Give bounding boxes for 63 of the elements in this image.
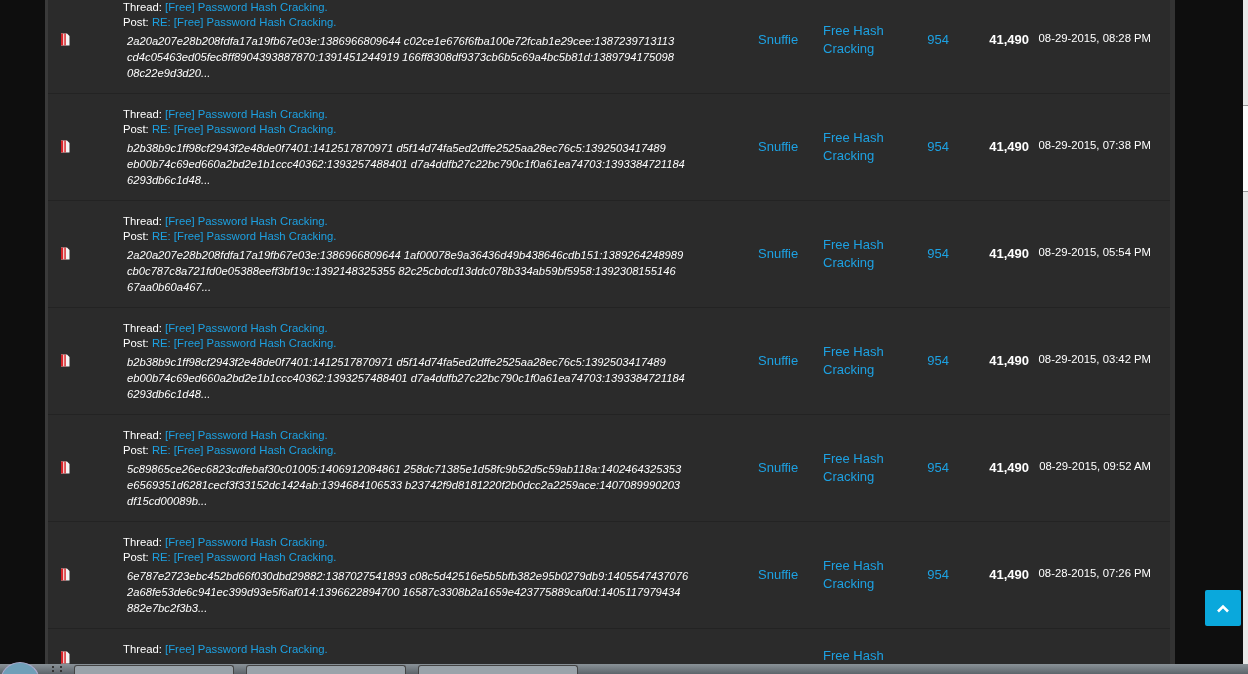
thread-label: Thread:	[123, 643, 162, 655]
views-count: 41,490	[989, 139, 1029, 154]
thread-link[interactable]: [Free] Password Hash Cracking.	[165, 536, 328, 548]
post-label: Post:	[123, 16, 149, 28]
forum-link[interactable]: Free Hash Cracking	[823, 22, 911, 58]
author-link[interactable]: Snuffie	[758, 139, 799, 154]
post-date: 08-28-2015, 07:26 PM	[1038, 567, 1151, 579]
thread-link[interactable]: [Free] Password Hash Cracking.	[165, 322, 328, 334]
thread-link[interactable]: [Free] Password Hash Cracking.	[165, 108, 328, 120]
thread-link[interactable]: [Free] Password Hash Cracking.	[165, 215, 328, 227]
replies-link[interactable]: 954	[927, 567, 949, 582]
forum-link[interactable]: Free Hash	[823, 649, 911, 663]
thread-label: Thread:	[123, 536, 162, 548]
post-label: Post:	[123, 551, 149, 563]
forum-link[interactable]: Free Hash Cracking	[823, 129, 911, 165]
author-link[interactable]: Snuffie	[758, 567, 799, 582]
post-link[interactable]: RE: [Free] Password Hash Cracking.	[151, 230, 337, 242]
forum-link[interactable]: Free Hash Cracking	[823, 557, 911, 593]
post-label: Post:	[123, 230, 149, 242]
post-excerpt: 2a20a207e28b208fdfa17a19fb67e03e:1386966809644 1af00078e9a36436d49b438646cdb151:1389264248989 cb0c787c8a721fd0e05388eeff3bf19c:1392148325355 82c25cbdcd13ddc078b334ab59bf5958:1392308155146 67aa0b60a467...	[126, 248, 685, 295]
post-date: 08-29-2015, 08:28 PM	[1038, 32, 1151, 44]
forum-link[interactable]: Free Hash Cracking	[823, 450, 911, 486]
post-date: 08-29-2015, 03:42 PM	[1038, 353, 1151, 365]
views-count: 41,490	[989, 567, 1029, 582]
post-link[interactable]: RE: [Free] Password Hash Cracking.	[151, 337, 337, 349]
replies-link[interactable]: 954	[927, 353, 949, 368]
forum-link[interactable]: Free Hash Cracking	[823, 236, 911, 272]
post-link[interactable]: RE: [Free] Password Hash Cracking.	[151, 551, 337, 563]
thread-label: Thread:	[123, 108, 162, 120]
post-excerpt: 2a20a207e28b208fdfa17a19fb67e03e:1386966809644 c02ce1e676f6fba100e72fcab1e29cee:1387239713113 cd4c05463ed05fec8ff8904393887870:1391451244919 166ff8308df9373cb6b5c69a4bc5b81d:1389794175098 08c22e9d3d20...	[126, 34, 676, 81]
post-date: 08-29-2015, 07:38 PM	[1038, 139, 1151, 151]
thread-link[interactable]: [Free] Password Hash Cracking.	[165, 643, 328, 655]
replies-link[interactable]: 954	[927, 139, 949, 154]
forum-link[interactable]: Free Hash Cracking	[823, 343, 911, 379]
author-link[interactable]: Snuffie	[758, 460, 799, 475]
post-excerpt: b2b38b9c1ff98cf2943f2e48de0f7401:1412517870971 d5f14d74fa5ed2dffe2525aa28ec76c5:1392503417489 eb00b74c69ed660a2bd2e1b1ccc40362:1393257488401 d7a4ddfb27c22bc790c1f0a61ea74703:1393384721184 6293db6c1d48...	[126, 355, 686, 402]
post-excerpt: 5c89865ce26ec6823cdfebaf30c01005:1406912084861 258dc71385e1d58fc9b52d5c59ab118a:1402464325353 e6569351d6281cecf3f33152dc1424ab:1394684106533 b23742f9d8181220f2b0dcc2a2259ace:1407089990203 df15cd00089b...	[126, 462, 683, 509]
replies-link[interactable]: 954	[927, 460, 949, 475]
thread-link[interactable]: [Free] Password Hash Cracking.	[165, 1, 328, 13]
replies-link[interactable]: 954	[927, 32, 949, 47]
post-excerpt: 6e787e2723ebc452bd66f030dbd29882:1387027541893 c08c5d42516e5b5bfb382e95b0279db9:1405547437076 2a68fe53de6c941ec399d93e5f6af014:1396622894700 16587c3308b2a1659e423775889caf0d:1405117979434 882e7bc2f3b3...	[126, 569, 690, 616]
thread-label: Thread:	[123, 322, 162, 334]
post-label: Post:	[123, 444, 149, 456]
post-date: 08-29-2015, 05:54 PM	[1038, 246, 1151, 258]
thread-link[interactable]: [Free] Password Hash Cracking.	[165, 429, 328, 441]
post-link[interactable]: RE: [Free] Password Hash Cracking.	[151, 123, 337, 135]
replies-link[interactable]: 954	[927, 246, 949, 261]
views-count: 41,490	[989, 460, 1029, 475]
author-link[interactable]: Snuffie	[758, 353, 799, 368]
post-label: Post:	[123, 123, 149, 135]
post-link[interactable]: RE: [Free] Password Hash Cracking.	[151, 444, 337, 456]
views-count: 41,490	[989, 246, 1029, 261]
post-excerpt: b2b38b9c1ff98cf2943f2e48de0f7401:1412517870971 d5f14d74fa5ed2dffe2525aa28ec76c5:1392503417489 eb00b74c69ed660a2bd2e1b1ccc40362:1393257488401 d7a4ddfb27c22bc790c1f0a61ea74703:1393384721184 6293db6c1d48...	[126, 141, 686, 188]
thread-label: Thread:	[123, 215, 162, 227]
thread-label: Thread:	[123, 1, 162, 13]
post-label: Post:	[123, 337, 149, 349]
author-link[interactable]: Snuffie	[758, 32, 799, 47]
views-count: 41,490	[989, 32, 1029, 47]
post-link[interactable]: RE: [Free] Password Hash Cracking.	[151, 16, 337, 28]
thread-label: Thread:	[123, 429, 162, 441]
views-count: 41,490	[989, 353, 1029, 368]
author-link[interactable]: Snuffie	[758, 246, 799, 261]
post-date: 08-29-2015, 09:52 AM	[1039, 460, 1151, 472]
